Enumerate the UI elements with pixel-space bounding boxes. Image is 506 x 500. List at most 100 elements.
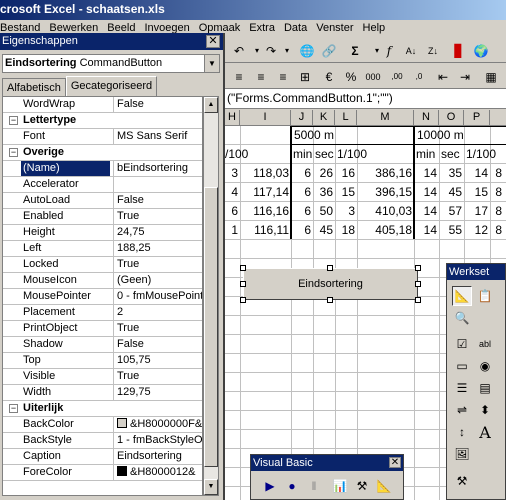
image-tool-icon[interactable]: 🖼 (452, 444, 472, 464)
resize-handle[interactable] (415, 265, 421, 271)
property-row[interactable]: (Name) bEindsortering (3, 161, 202, 177)
cell[interactable]: 50 (313, 202, 335, 220)
combobox-tool-icon[interactable]: ▤ (475, 378, 495, 398)
label-tool-icon[interactable]: A (475, 422, 495, 442)
property-row[interactable]: Left 188,25 (3, 241, 202, 257)
cell[interactable]: 15 (335, 183, 357, 201)
property-scrollbar[interactable]: ▲ ▼ (203, 96, 219, 496)
close-icon[interactable]: ✕ (206, 35, 220, 48)
property-row[interactable]: Placement 2 (3, 305, 202, 321)
col-header-k[interactable]: K (313, 110, 335, 126)
resize-handle[interactable] (415, 297, 421, 303)
header-5000m[interactable]: 5000 m (294, 126, 334, 144)
property-value[interactable]: &H8000012& (113, 465, 202, 480)
resize-handle[interactable] (327, 297, 333, 303)
redo-dropdown-icon[interactable]: ▾ (277, 41, 297, 60)
cell[interactable]: 6 (291, 202, 313, 220)
resize-handle[interactable] (240, 281, 246, 287)
col-header-m[interactable]: M (357, 110, 414, 126)
cell[interactable]: 386,16 (357, 164, 414, 182)
header-i-100[interactable]: /100 (225, 145, 248, 163)
property-row[interactable]: Height 24,75 (3, 225, 202, 241)
property-row[interactable]: Width 129,75 (3, 385, 202, 401)
cell[interactable]: 116,16 (240, 202, 291, 220)
cell[interactable]: 3 (225, 164, 240, 182)
percent-icon[interactable]: % (341, 67, 361, 86)
properties-icon[interactable]: 📋 (475, 286, 495, 306)
cell[interactable]: 17 (464, 202, 490, 220)
comma-style-icon[interactable]: 000 (363, 67, 383, 86)
property-row[interactable]: Top 105,75 (3, 353, 202, 369)
checkbox-tool-icon[interactable]: ☑ (452, 334, 472, 354)
property-value[interactable]: False (113, 337, 202, 352)
cell[interactable]: 6 (291, 164, 313, 182)
view-code-icon[interactable]: 🔍 (452, 308, 472, 328)
property-row[interactable]: BackColor &H8000000F& (3, 417, 202, 433)
property-value[interactable] (113, 177, 202, 192)
run-macro-icon[interactable]: ▶ (261, 477, 279, 495)
cell[interactable]: 8 (490, 183, 504, 201)
align-left-icon[interactable]: ≡ (229, 67, 249, 86)
web-icon[interactable]: 🌐 (297, 41, 317, 60)
property-row[interactable]: MousePointer 0 - fmMousePointe (3, 289, 202, 305)
collapse-icon[interactable]: − (9, 116, 18, 125)
align-center-icon[interactable]: ≡ (251, 67, 271, 86)
property-value[interactable]: True (113, 209, 202, 224)
header-min-2[interactable]: min (416, 145, 435, 163)
menu-data[interactable]: Data (284, 20, 307, 37)
spin-button-tool-icon[interactable]: ⬍ (475, 400, 495, 420)
cell[interactable]: 55 (439, 221, 464, 239)
resize-handle[interactable] (240, 297, 246, 303)
formula-bar[interactable]: ("Forms.CommandButton.1";"") (225, 89, 506, 109)
vb-toolbar-title-bar[interactable]: Visual Basic ✕ (251, 455, 403, 471)
resize-handle[interactable] (240, 265, 246, 271)
cell[interactable]: 45 (313, 221, 335, 239)
cell[interactable]: 57 (439, 202, 464, 220)
cell[interactable]: 6 (225, 202, 240, 220)
command-button-tool-icon[interactable]: ▭ (452, 356, 472, 376)
toggle-button-tool-icon[interactable]: ⇌ (452, 400, 472, 420)
property-value[interactable]: True (113, 321, 202, 336)
property-row[interactable]: Locked True (3, 257, 202, 273)
property-value[interactable]: MS Sans Serif (113, 129, 202, 144)
cell[interactable]: 8 (490, 202, 504, 220)
property-value[interactable]: 129,75 (113, 385, 202, 400)
cell[interactable]: 14 (414, 202, 439, 220)
cell[interactable]: 1 (225, 221, 240, 239)
cell[interactable]: 6 (291, 221, 313, 239)
property-value[interactable]: bEindsortering (113, 161, 202, 176)
textbox-tool-icon[interactable]: abl (475, 334, 495, 354)
property-value[interactable]: False (113, 193, 202, 208)
cell[interactable]: 45 (439, 183, 464, 201)
cell[interactable]: 118,03 (240, 164, 291, 182)
collapse-icon[interactable]: − (9, 148, 18, 157)
cell[interactable]: 396,15 (357, 183, 414, 201)
col-header-h[interactable]: H (225, 110, 240, 126)
cell[interactable]: 3 (335, 202, 357, 220)
sort-descending-icon[interactable]: Z↓ (423, 41, 443, 60)
property-row[interactable]: PrintObject True (3, 321, 202, 337)
property-row[interactable]: Enabled True (3, 209, 202, 225)
property-category[interactable]: − Uiterlijk (3, 401, 202, 417)
cell[interactable]: 410,03 (357, 202, 414, 220)
cell[interactable]: 6 (291, 183, 313, 201)
property-row[interactable]: MouseIcon (Geen) (3, 273, 202, 289)
decrease-decimal-icon[interactable]: ,0 (409, 67, 429, 86)
property-row[interactable]: Visible True (3, 369, 202, 385)
close-icon[interactable]: ✕ (389, 457, 401, 468)
property-row[interactable]: WordWrap False (3, 97, 202, 113)
undo-icon[interactable]: ↶ (229, 41, 249, 60)
header-hundredths-2[interactable]: 1/100 (466, 145, 496, 163)
properties-title-bar[interactable]: Eigenschappen ✕ (0, 33, 223, 50)
hyperlink-icon[interactable]: 🔗 (319, 41, 339, 60)
header-sec-2[interactable]: sec (441, 145, 460, 163)
property-row[interactable]: AutoLoad False (3, 193, 202, 209)
header-sec-1[interactable]: sec (315, 145, 334, 163)
property-category[interactable]: − Lettertype (3, 113, 202, 129)
option-button-tool-icon[interactable]: ◉ (475, 356, 495, 376)
cell[interactable]: 18 (335, 221, 357, 239)
col-header-i[interactable]: I (240, 110, 291, 126)
sort-ascending-icon[interactable]: A↓ (401, 41, 421, 60)
collapse-icon[interactable]: − (9, 404, 18, 413)
cell[interactable]: 116,11 (240, 221, 291, 239)
